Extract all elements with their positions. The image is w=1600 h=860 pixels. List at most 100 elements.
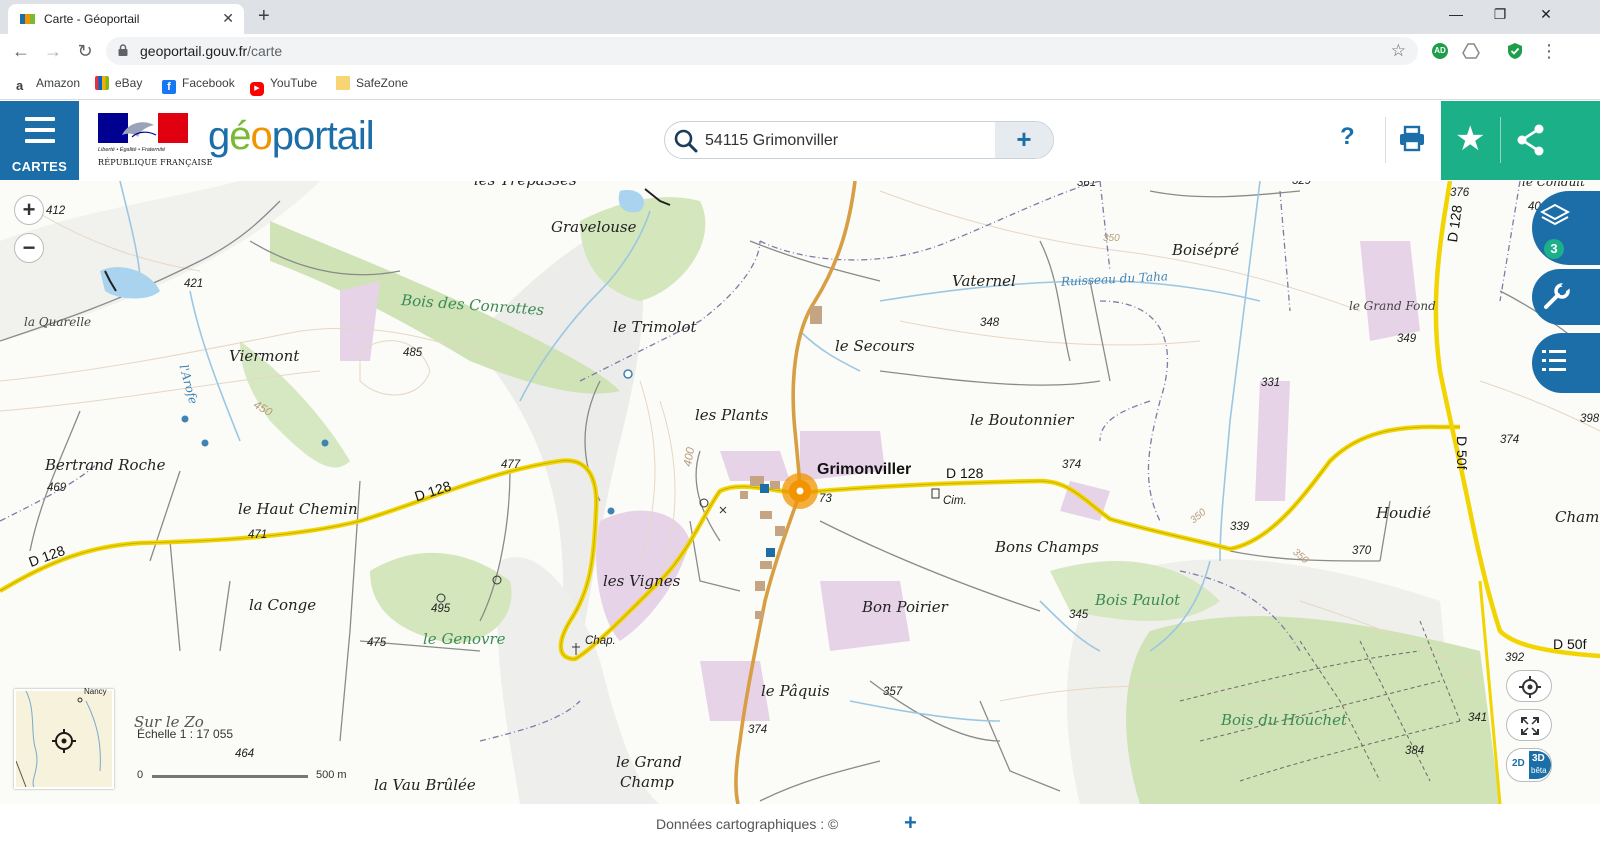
altitude-73: 73	[819, 493, 832, 505]
altitude-464: 464	[235, 748, 255, 760]
scale-bar	[152, 775, 308, 778]
map-footer: Données cartographiques : © +	[0, 804, 1600, 860]
print-icon[interactable]	[1398, 125, 1426, 153]
map-label-conduit: le Conduit	[1522, 181, 1585, 189]
menu-icon	[25, 117, 55, 143]
search-box[interactable]: 54115 Grimonviller +	[664, 121, 1054, 159]
map-label-grand-fond: le Grand Fond	[1349, 299, 1436, 313]
bookmark-safezone[interactable]: SafeZone	[336, 76, 408, 90]
window-close-icon[interactable]: ✕	[1536, 6, 1556, 23]
tools-tab[interactable]	[1532, 269, 1600, 325]
map-label-grimonviller: Grimonviller	[817, 461, 912, 478]
altitude-475: 475	[367, 637, 387, 649]
geolocate-button[interactable]	[1506, 670, 1552, 702]
map-canvas[interactable]: les Trépasses Gravelouse Bois des Conrot…	[0, 181, 1600, 804]
map-label-vaternel: Vaternel	[952, 272, 1016, 290]
search-advanced-button[interactable]: +	[995, 122, 1053, 158]
scale-distance: 500 m	[316, 769, 347, 781]
forward-icon[interactable]: →	[42, 40, 64, 62]
browser-tabstrip: Carte - Géoportail ✕ + — ❐ ✕	[0, 0, 1600, 34]
altitude-374-mid: 374	[1062, 459, 1082, 471]
layers-tab[interactable]: 3	[1532, 191, 1600, 265]
layers-count-badge: 3	[1544, 239, 1564, 259]
map-label-bons-champs: Bons Champs	[995, 538, 1099, 556]
altitude-374-east: 374	[1500, 434, 1520, 446]
map-label-paquis: le Pâquis	[761, 682, 830, 700]
youtube-icon: ▶	[250, 82, 264, 96]
share-icon[interactable]	[1515, 123, 1547, 157]
geoportail-header: CARTES Liberté • Égalité • Fraternité RÉ…	[0, 101, 1600, 181]
bookmark-ebay[interactable]: eBay	[95, 76, 142, 90]
map-label-bon-poirier: Bon Poirier	[862, 598, 948, 616]
road-label-d50f-a: D 50f	[1454, 436, 1470, 470]
address-bar[interactable]: geoportail.gouv.fr/carte ☆	[106, 37, 1418, 65]
republic-name: RÉPUBLIQUE FRANÇAISE	[98, 158, 213, 167]
mode-3d[interactable]: 3D	[1532, 753, 1545, 764]
geoportail-logo[interactable]: géoportail	[208, 114, 375, 159]
credits-expand-button[interactable]: +	[904, 810, 917, 836]
altitude-477: 477	[501, 459, 521, 471]
altitude-471: 471	[248, 529, 268, 541]
map-label-gravelouse: Gravelouse	[551, 218, 637, 236]
layers-icon	[1540, 203, 1570, 226]
bookmark-star-icon[interactable]: ☆	[1391, 41, 1406, 61]
header-divider	[1385, 117, 1386, 163]
wrench-icon	[1544, 281, 1571, 309]
search-icon	[674, 129, 698, 153]
view-mode-toggle[interactable]: 2D 3D bêta	[1506, 748, 1552, 782]
mode-2d[interactable]: 2D	[1512, 758, 1525, 769]
browser-tab[interactable]: Carte - Géoportail ✕	[8, 4, 244, 34]
reload-icon[interactable]: ↻	[74, 40, 96, 62]
map-label-haut-chemin: le Haut Chemin	[238, 500, 358, 518]
minimize-icon[interactable]: —	[1446, 6, 1466, 22]
mode-beta: bêta	[1531, 766, 1547, 775]
zoom-in-button[interactable]: +	[14, 195, 44, 225]
altitude-349: 349	[1397, 333, 1417, 345]
help-button[interactable]: ?	[1340, 123, 1355, 151]
bookmark-facebook[interactable]: f Facebook	[162, 76, 235, 94]
map-label-cimetiere: Cim.	[943, 495, 967, 507]
altitude-376: 376	[1450, 187, 1470, 199]
list-icon	[1542, 350, 1566, 371]
scale-ratio: Échelle 1 : 17 055	[137, 727, 234, 741]
map-background	[0, 181, 1600, 804]
fullscreen-button[interactable]	[1506, 709, 1552, 741]
map-label-secours: le Secours	[835, 337, 915, 355]
folder-icon	[336, 76, 350, 90]
search-input[interactable]: 54115 Grimonviller	[705, 132, 838, 150]
shield-extension-icon[interactable]	[1507, 42, 1523, 60]
cartes-menu-button[interactable]: CARTES	[0, 101, 79, 180]
adblock-extension-icon[interactable]: AD	[1432, 43, 1448, 59]
drive-extension-icon[interactable]	[1462, 43, 1480, 59]
bookmark-youtube[interactable]: ▶ YouTube	[250, 76, 317, 96]
altitude-370: 370	[1352, 545, 1372, 557]
browser-toolbar: ← → ↻ geoportail.gouv.fr/carte ☆ AD ⋮	[0, 34, 1600, 68]
altitude-384: 384	[1405, 745, 1425, 757]
tab-close-icon[interactable]: ✕	[222, 10, 234, 27]
map-label-bois-houchet: Bois du Houchet	[1221, 711, 1348, 729]
maximize-icon[interactable]: ❐	[1490, 6, 1510, 23]
altitude-374-south: 374	[748, 724, 768, 736]
road-label-d50f-b: D 50f	[1553, 636, 1587, 652]
altitude-469: 469	[47, 482, 67, 494]
lock-icon	[118, 44, 128, 56]
overview-minimap[interactable]: Nancy	[14, 687, 114, 789]
amazon-icon: a	[16, 78, 24, 93]
altitude-341: 341	[1468, 712, 1488, 724]
legend-tab[interactable]	[1532, 333, 1600, 393]
browser-menu-icon[interactable]: ⋮	[1538, 40, 1560, 62]
minimap-graphic	[15, 690, 101, 788]
altitude-331: 331	[1261, 377, 1281, 389]
map-label-grand-champ-1: le Grand	[616, 753, 682, 771]
back-icon[interactable]: ←	[10, 40, 32, 62]
zoom-out-button[interactable]: −	[14, 233, 44, 263]
bookmark-amazon[interactable]: a Amazon	[16, 76, 80, 93]
favorites-star-icon[interactable]: ★	[1455, 119, 1485, 159]
republic-motto: Liberté • Égalité • Fraternité	[98, 147, 166, 153]
minimap-label-nancy: Nancy	[84, 687, 107, 696]
map-label-houdie: Houdié	[1376, 504, 1432, 522]
new-tab-button[interactable]: +	[258, 5, 270, 27]
actions-divider	[1500, 117, 1501, 163]
map-label-trimolot: le Trimolot	[613, 318, 697, 336]
altitude-495: 495	[431, 603, 451, 615]
